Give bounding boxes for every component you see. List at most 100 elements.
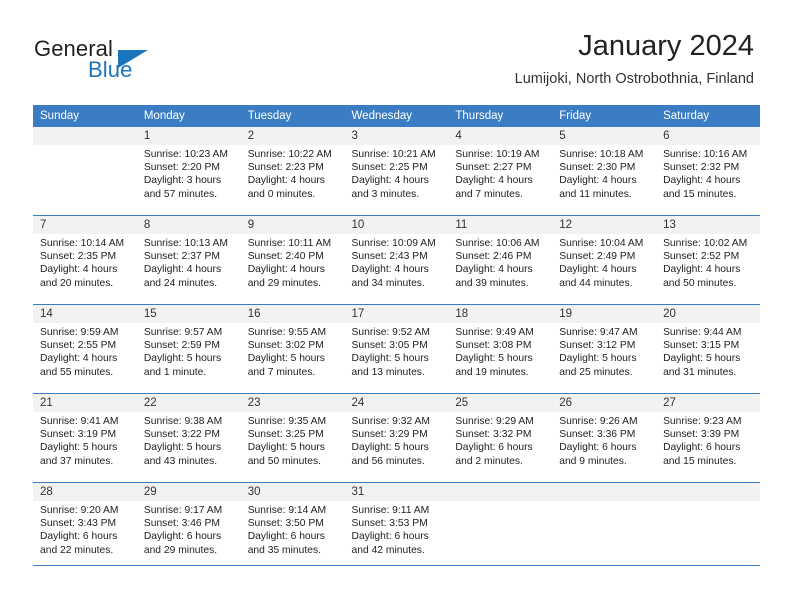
calendar-day-cell[interactable]: 25 Sunrise: 9:29 AM Sunset: 3:32 PM Dayligh… — [448, 393, 553, 483]
day-details: Sunrise: 10:22 AM Sunset: 2:23 PM Daylight… — [241, 145, 345, 201]
day-details — [448, 501, 552, 504]
sunrise-time: Sunrise: 9:14 AM — [247, 505, 327, 516]
day-cell-inner: 25 Sunrise: 9:29 AM Sunset: 3:32 PM Dayligh… — [448, 394, 553, 482]
daylight-duration-line2: and 29 minutes. — [247, 277, 321, 289]
calendar-day-cell[interactable]: 29 Sunrise: 9:17 AM Sunset: 3:46 PM Dayligh… — [136, 482, 241, 571]
sunrise-time: Sunrise: 9:55 AM — [247, 327, 327, 338]
daylight-duration-line1: Daylight: 5 hours — [143, 442, 222, 454]
day-number: 21 — [33, 394, 137, 412]
calendar-day-cell[interactable]: 31 Sunrise: 9:11 AM Sunset: 3:53 PM Dayligh… — [344, 482, 449, 571]
day-cell-inner: 2 Sunrise: 10:22 AM Sunset: 2:23 PM Dayligh… — [240, 127, 345, 215]
day-cell-inner: 20 Sunrise: 9:44 AM Sunset: 3:15 PM Dayligh… — [656, 305, 760, 393]
calendar-cell-empty — [33, 127, 137, 216]
day-cell-inner: 4 Sunrise: 10:19 AM Sunset: 2:27 PM Dayligh… — [448, 127, 553, 215]
calendar-day-cell[interactable]: 10 Sunrise: 10:09 AM Sunset: 2:43 PM Daylig… — [344, 215, 449, 305]
calendar-day-cell[interactable]: 22 Sunrise: 9:38 AM Sunset: 3:22 PM Dayligh… — [136, 393, 241, 483]
day-cell-inner: 22 Sunrise: 9:38 AM Sunset: 3:22 PM Dayligh… — [136, 394, 241, 482]
day-details: Sunrise: 10:02 AM Sunset: 2:52 PM Daylight… — [656, 234, 760, 290]
calendar-day-cell[interactable]: 7 Sunrise: 10:14 AM Sunset: 2:35 PM Dayligh… — [33, 215, 137, 305]
day-details: Sunrise: 9:14 AM Sunset: 3:50 PM Daylight:… — [241, 501, 345, 557]
calendar-day-cell[interactable]: 24 Sunrise: 9:32 AM Sunset: 3:29 PM Dayligh… — [344, 393, 449, 483]
sunrise-time: Sunrise: 10:18 AM — [559, 149, 644, 160]
calendar-day-cell[interactable]: 14 Sunrise: 9:59 AM Sunset: 2:55 PM Dayligh… — [33, 304, 137, 394]
day-cell-inner: 5 Sunrise: 10:18 AM Sunset: 2:30 PM Dayligh… — [552, 127, 657, 215]
daylight-duration-line1: Daylight: 4 hours — [40, 264, 118, 276]
calendar-day-cell[interactable]: 13 Sunrise: 10:02 AM Sunset: 2:52 PM Daylig… — [656, 215, 760, 305]
calendar-day-cell[interactable]: 12 Sunrise: 10:04 AM Sunset: 2:49 PM Daylig… — [552, 215, 657, 305]
daylight-duration-line2: and 13 minutes. — [351, 366, 425, 378]
day-number — [552, 483, 657, 501]
weekday-header-monday: Monday — [136, 105, 241, 127]
daylight-duration-line2: and 2 minutes. — [455, 455, 523, 467]
calendar-day-cell[interactable]: 15 Sunrise: 9:57 AM Sunset: 2:59 PM Dayligh… — [136, 304, 241, 394]
calendar-day-cell[interactable]: 27 Sunrise: 9:23 AM Sunset: 3:39 PM Dayligh… — [656, 393, 760, 483]
daylight-duration-line2: and 37 minutes. — [40, 455, 114, 467]
day-number: 10 — [344, 216, 449, 234]
daylight-duration-line1: Daylight: 4 hours — [559, 264, 637, 276]
day-details: Sunrise: 9:55 AM Sunset: 3:02 PM Daylight:… — [241, 323, 345, 379]
day-number: 14 — [33, 305, 137, 323]
general-blue-logo[interactable]: General Blue — [34, 36, 274, 88]
day-details: Sunrise: 9:11 AM Sunset: 3:53 PM Daylight:… — [345, 501, 449, 557]
calendar-day-cell[interactable]: 17 Sunrise: 9:52 AM Sunset: 3:05 PM Dayligh… — [344, 304, 449, 394]
sunrise-time: Sunrise: 9:59 AM — [40, 327, 119, 338]
daylight-duration-line1: Daylight: 4 hours — [455, 175, 533, 187]
calendar-day-cell[interactable]: 3 Sunrise: 10:21 AM Sunset: 2:25 PM Dayligh… — [344, 127, 449, 216]
day-details — [33, 145, 137, 148]
day-cell-inner: 11 Sunrise: 10:06 AM Sunset: 2:46 PM Daylig… — [448, 216, 553, 304]
day-cell-inner: 6 Sunrise: 10:16 AM Sunset: 2:32 PM Dayligh… — [656, 127, 760, 215]
calendar-day-cell[interactable]: 8 Sunrise: 10:13 AM Sunset: 2:37 PM Dayligh… — [136, 215, 241, 305]
calendar-day-cell[interactable]: 5 Sunrise: 10:18 AM Sunset: 2:30 PM Dayligh… — [552, 127, 657, 216]
day-number: 17 — [344, 305, 449, 323]
calendar-day-cell[interactable]: 21 Sunrise: 9:41 AM Sunset: 3:19 PM Dayligh… — [33, 393, 137, 483]
calendar-day-cell[interactable]: 28 Sunrise: 9:20 AM Sunset: 3:43 PM Dayligh… — [33, 482, 137, 571]
sunrise-time: Sunrise: 9:32 AM — [351, 416, 430, 427]
day-cell-inner: 3 Sunrise: 10:21 AM Sunset: 2:25 PM Dayligh… — [344, 127, 449, 215]
sunrise-time: Sunrise: 10:21 AM — [351, 149, 436, 160]
calendar-week-row: 1 Sunrise: 10:23 AM Sunset: 2:20 PM Dayligh… — [33, 127, 760, 216]
day-details: Sunrise: 9:26 AM Sunset: 3:36 PM Daylight:… — [552, 412, 656, 468]
day-cell-inner: 31 Sunrise: 9:11 AM Sunset: 3:53 PM Dayligh… — [344, 483, 449, 571]
sunrise-time: Sunrise: 9:20 AM — [40, 505, 119, 516]
calendar-day-cell[interactable]: 6 Sunrise: 10:16 AM Sunset: 2:32 PM Dayligh… — [656, 127, 760, 216]
day-details: Sunrise: 9:20 AM Sunset: 3:43 PM Daylight:… — [33, 501, 137, 557]
sunrise-time: Sunrise: 10:11 AM — [247, 238, 332, 249]
daylight-duration-line2: and 11 minutes. — [559, 188, 632, 200]
daylight-duration-line1: Daylight: 5 hours — [663, 353, 741, 365]
day-number: 27 — [656, 394, 760, 412]
daylight-duration-line2: and 31 minutes. — [663, 366, 737, 378]
calendar-day-cell[interactable]: 9 Sunrise: 10:11 AM Sunset: 2:40 PM Dayligh… — [240, 215, 345, 305]
day-details — [656, 501, 760, 504]
day-details: Sunrise: 10:09 AM Sunset: 2:43 PM Daylight… — [345, 234, 449, 290]
calendar-week-row: 28 Sunrise: 9:20 AM Sunset: 3:43 PM Dayligh… — [33, 482, 760, 571]
day-number: 11 — [448, 216, 553, 234]
daylight-duration-line1: Daylight: 5 hours — [351, 353, 429, 365]
calendar-day-cell[interactable]: 18 Sunrise: 9:49 AM Sunset: 3:08 PM Dayligh… — [448, 304, 553, 394]
day-number: 23 — [240, 394, 345, 412]
calendar-day-cell[interactable]: 16 Sunrise: 9:55 AM Sunset: 3:02 PM Dayligh… — [240, 304, 345, 394]
daylight-duration-line2: and 9 minutes. — [559, 455, 627, 467]
day-cell-inner: 8 Sunrise: 10:13 AM Sunset: 2:37 PM Dayligh… — [136, 216, 241, 304]
calendar-day-cell[interactable]: 19 Sunrise: 9:47 AM Sunset: 3:12 PM Dayligh… — [552, 304, 657, 394]
weekday-header-thursday: Thursday — [448, 105, 553, 127]
calendar-day-cell[interactable]: 26 Sunrise: 9:26 AM Sunset: 3:36 PM Dayligh… — [552, 393, 657, 483]
weekday-header-wednesday: Wednesday — [344, 105, 449, 127]
day-number: 22 — [136, 394, 241, 412]
calendar-cell-empty — [656, 482, 760, 571]
day-cell-inner: 1 Sunrise: 10:23 AM Sunset: 2:20 PM Dayligh… — [136, 127, 241, 215]
daylight-duration-line1: Daylight: 4 hours — [455, 264, 533, 276]
calendar-day-cell[interactable]: 30 Sunrise: 9:14 AM Sunset: 3:50 PM Dayligh… — [240, 482, 345, 571]
calendar-day-cell[interactable]: 4 Sunrise: 10:19 AM Sunset: 2:27 PM Dayligh… — [448, 127, 553, 216]
calendar-day-cell[interactable]: 2 Sunrise: 10:22 AM Sunset: 2:23 PM Dayligh… — [240, 127, 345, 216]
calendar-day-cell[interactable]: 20 Sunrise: 9:44 AM Sunset: 3:15 PM Dayligh… — [656, 304, 760, 394]
day-cell-inner: 28 Sunrise: 9:20 AM Sunset: 3:43 PM Dayligh… — [33, 483, 137, 571]
calendar-day-cell[interactable]: 1 Sunrise: 10:23 AM Sunset: 2:20 PM Dayligh… — [136, 127, 241, 216]
day-details: Sunrise: 9:59 AM Sunset: 2:55 PM Daylight:… — [33, 323, 137, 379]
calendar-day-cell[interactable]: 11 Sunrise: 10:06 AM Sunset: 2:46 PM Daylig… — [448, 215, 553, 305]
calendar-day-cell[interactable]: 23 Sunrise: 9:35 AM Sunset: 3:25 PM Dayligh… — [240, 393, 345, 483]
day-details: Sunrise: 10:19 AM Sunset: 2:27 PM Daylight… — [448, 145, 552, 201]
sunrise-time: Sunrise: 9:57 AM — [143, 327, 223, 338]
calendar-table: Sunday Monday Tuesday Wednesday Thursday… — [33, 105, 760, 571]
weekday-header-row: Sunday Monday Tuesday Wednesday Thursday… — [33, 105, 760, 127]
sunrise-time: Sunrise: 9:52 AM — [351, 327, 430, 338]
